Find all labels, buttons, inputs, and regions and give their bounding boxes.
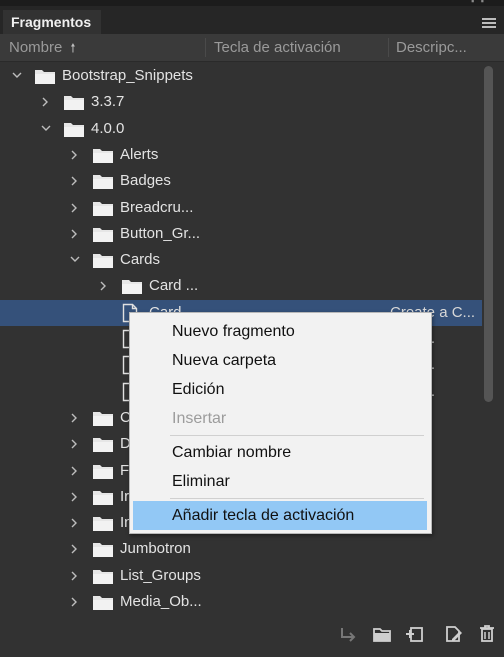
tree-item-label: Breadcru... [120,198,194,216]
column-key-header[interactable]: Tecla de activación [214,34,341,61]
tab-fragmentos[interactable]: Fragmentos [3,10,101,34]
folder-icon [92,489,114,505]
chevron-right-icon[interactable] [99,273,109,299]
chevron-down-icon[interactable] [70,247,80,273]
tree-item-label: Cards [120,251,161,269]
folder-icon [92,200,114,216]
folder-icon [34,68,56,84]
tree-item-label: Badges [120,172,171,190]
panel-menu-icon[interactable] [482,18,496,30]
folder-row[interactable]: Breadcru... [0,195,482,221]
new-snippet-icon[interactable] [405,624,425,644]
menu-item-insertar: Insertar [172,410,227,427]
chevron-right-icon[interactable] [70,589,80,615]
vertical-scrollbar[interactable] [484,62,496,610]
sort-up-icon: 🠕 [70,41,76,55]
tree-item-label: F [120,461,130,479]
chevron-right-icon[interactable] [70,431,80,457]
tree-item-label: Jumbotron [120,540,191,558]
folder-row[interactable]: Badges [0,168,482,194]
folder-row[interactable]: Button_Gr... [0,221,482,247]
menu-item-nuevo-fragmento[interactable]: Nuevo fragmento [133,317,427,346]
chevron-right-icon[interactable] [70,536,80,562]
column-name-label: Nombre [9,39,63,56]
folder-icon [92,515,114,532]
column-header: Nombre 🠕 Tecla de activación Descripc... [0,34,504,62]
chevron-right-icon[interactable] [70,563,80,589]
folder-icon [92,226,114,242]
chevron-down-icon[interactable] [12,63,22,89]
chevron-down-icon[interactable] [41,116,51,142]
folder-icon [63,121,85,137]
chevron-right-icon[interactable] [41,89,51,115]
folder-icon [92,173,114,190]
menu-item-edicion[interactable]: Edición [133,375,427,404]
folder-icon [92,463,114,479]
column-divider[interactable] [388,38,389,57]
menu-item-cambiar-nombre[interactable]: Cambiar nombre [133,438,427,467]
chevron-right-icon[interactable] [70,510,80,536]
trash-icon[interactable] [477,624,497,644]
tree-item-label: List_Groups [120,566,201,584]
bottom-toolbar [0,616,504,657]
folder-row[interactable]: Cards [0,247,482,273]
menu-divider [170,435,424,436]
tree-item-label: 4.0.0 [91,119,125,137]
folder-icon [92,568,114,584]
folder-icon [92,252,114,269]
folder-icon [92,410,114,426]
column-name-header[interactable]: Nombre 🠕 [9,34,76,61]
tree-item-label: 3.3.7 [91,93,125,111]
folder-row[interactable]: 3.3.7 [0,89,482,115]
folder-row[interactable]: 4.0.0 [0,116,482,142]
folder-icon [92,541,114,558]
chevron-right-icon[interactable] [70,221,80,247]
menu-divider [170,498,424,499]
folder-row[interactable]: Card ... [0,273,482,299]
folder-row[interactable]: List_Groups [0,563,482,589]
folder-icon [63,94,85,111]
chevron-right-icon[interactable] [70,142,80,168]
folder-row[interactable]: Alerts [0,142,482,168]
chevron-right-icon[interactable] [70,458,80,484]
new-folder-icon[interactable] [372,624,392,644]
context-menu: Nuevo fragmento Nueva carpeta Edición In… [129,312,432,534]
panel-tab-bar: Fragmentos [0,6,504,34]
folder-icon [92,147,114,163]
menu-item-anadir-tecla[interactable]: Añadir tecla de activación [133,501,427,530]
folder-icon [121,278,143,295]
chevron-right-icon[interactable] [70,405,80,431]
menu-item-eliminar[interactable]: Eliminar [133,467,427,496]
tree-item-label: Bootstrap_Snippets [62,67,193,84]
tree-item-label: Ir [120,487,130,505]
tree-item-label: Media_Ob... [120,593,202,610]
chevron-right-icon[interactable] [70,195,80,221]
folder-icon [92,594,114,610]
tree-item-label: Button_Gr... [120,224,201,242]
insert-icon[interactable] [338,624,358,644]
column-divider[interactable] [205,38,206,57]
tree-item-label: Card ... [149,277,199,295]
folder-row[interactable]: Bootstrap_Snippets [0,63,482,89]
menu-item-nueva-carpeta[interactable]: Nueva carpeta [133,346,427,375]
tree-item-label: Alerts [120,145,159,163]
scrollbar-thumb[interactable] [484,66,493,402]
folder-row[interactable]: Jumbotron [0,536,482,562]
chevron-right-icon[interactable] [70,484,80,510]
folder-row[interactable]: Media_Ob... [0,589,482,615]
chevron-right-icon[interactable] [70,168,80,194]
folder-icon [92,436,114,453]
edit-snippet-icon[interactable] [443,624,463,644]
column-desc-header[interactable]: Descripc... [396,34,467,61]
